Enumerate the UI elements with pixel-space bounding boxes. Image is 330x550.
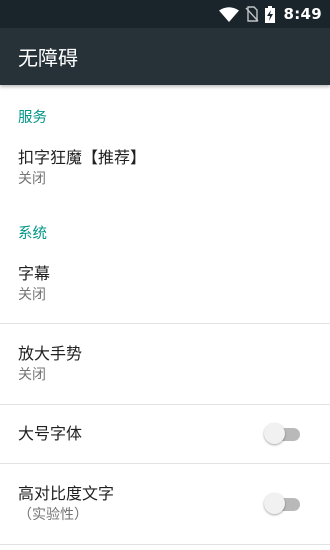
pref-summary: （实验性） [18,507,88,523]
pref-item-service-app[interactable]: 扣字狂魔【推荐】 关闭 [0,140,330,196]
status-clock: 8:49 [283,5,322,23]
pref-title: 扣字狂魔【推荐】 [18,148,147,167]
section-header-system: 系统 [18,225,47,242]
settings-list: 服务 扣字狂魔【推荐】 关闭 系统 字幕 关闭 放大手势 关闭 大号字体 高对比… [0,85,330,545]
pref-item-large-text[interactable]: 大号字体 [0,405,330,463]
status-bar: 8:49 [0,0,330,28]
pref-summary: 关闭 [18,367,46,383]
pref-summary: 关闭 [18,287,46,303]
battery-charging-icon [265,5,276,23]
page-title: 无障碍 [18,46,78,70]
high-contrast-text-toggle[interactable] [264,493,304,515]
app-bar: 无障碍 [0,28,330,85]
no-sim-icon [245,6,259,22]
toggle-thumb [264,423,285,444]
toggle-thumb [264,493,285,514]
pref-item-captions[interactable]: 字幕 关闭 [0,256,330,312]
pref-title: 字幕 [18,264,51,283]
pref-summary: 关闭 [18,171,46,187]
wifi-icon [219,6,240,22]
pref-title: 放大手势 [18,344,83,363]
large-text-toggle[interactable] [264,423,304,445]
pref-title: 大号字体 [18,424,83,443]
pref-item-high-contrast-text[interactable]: 高对比度文字 （实验性） [0,464,330,544]
pref-item-magnification-gesture[interactable]: 放大手势 关闭 [0,324,330,404]
section-header-services: 服务 [18,109,47,126]
pref-title: 高对比度文字 [18,484,115,503]
divider [0,544,330,545]
